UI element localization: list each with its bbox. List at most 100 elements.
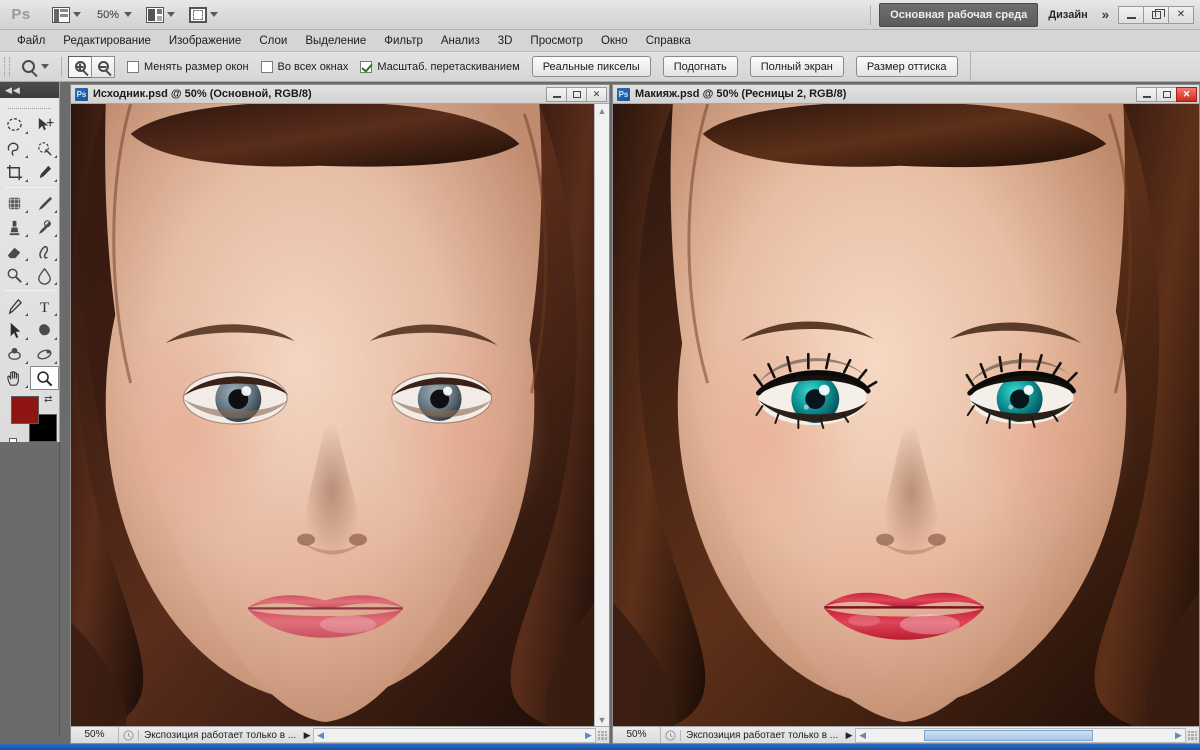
status-message: Экспозиция работает только в ... <box>686 729 839 741</box>
menu-layers[interactable]: Слои <box>250 30 296 52</box>
scroll-track[interactable] <box>596 117 609 713</box>
document-minimize-button[interactable] <box>546 86 567 102</box>
foreground-color-swatch[interactable] <box>11 396 39 424</box>
fit-screen-button[interactable]: Подогнать <box>662 56 738 77</box>
smudge-tool-button[interactable] <box>30 239 60 263</box>
custom-shape-icon <box>38 323 50 335</box>
toolbox-drag-handle[interactable] <box>8 100 51 109</box>
zoom-out-button[interactable] <box>91 55 115 78</box>
scroll-left-icon[interactable]: ◀ <box>314 729 327 742</box>
options-bar-grip[interactable] <box>4 56 10 77</box>
status-message: Экспозиция работает только в ... <box>144 729 297 741</box>
scroll-track[interactable] <box>327 729 582 742</box>
fill-screen-button[interactable]: Полный экран <box>749 56 844 77</box>
horizontal-scrollbar-makeup[interactable]: ◀ ▶ <box>855 727 1186 743</box>
document-title-bar[interactable]: Ps Макияж.psd @ 50% (Ресницы 2, RGB/8) ✕ <box>613 85 1199 104</box>
chevron-down-icon <box>73 12 81 17</box>
menu-view[interactable]: Просмотр <box>521 30 592 52</box>
scroll-right-icon[interactable]: ▶ <box>582 729 595 742</box>
screen-mode-icon <box>52 6 70 23</box>
status-zoom-value[interactable]: 50% <box>71 727 119 743</box>
menu-filter[interactable]: Фильтр <box>375 30 432 52</box>
status-expand-icon[interactable]: ▶ <box>843 730 855 741</box>
document-restore-button[interactable] <box>566 86 587 102</box>
zoom-in-button[interactable] <box>68 55 92 78</box>
crop-tool-button[interactable] <box>0 160 30 184</box>
scroll-left-icon[interactable]: ◀ <box>856 729 869 742</box>
arrange-documents-button[interactable] <box>142 4 179 26</box>
checkbox-all-windows[interactable]: Во всех окнах <box>260 60 348 73</box>
3d-rotate-tool-button[interactable] <box>0 342 30 366</box>
workspace-design-button[interactable]: Дизайн <box>1038 4 1097 26</box>
move-tool-button[interactable] <box>30 112 60 136</box>
document-window-makeup[interactable]: Ps Макияж.psd @ 50% (Ресницы 2, RGB/8) ✕ <box>612 84 1200 744</box>
document-close-button[interactable]: ✕ <box>586 86 607 102</box>
close-button[interactable]: ✕ <box>1168 5 1194 24</box>
quick-selection-tool-button[interactable] <box>30 136 60 160</box>
canvas-makeup[interactable] <box>613 104 1199 726</box>
horizontal-scrollbar-source[interactable]: ◀ ▶ <box>313 727 596 743</box>
marquee-elliptical-tool-button[interactable] <box>0 112 30 136</box>
status-zoom-value[interactable]: 50% <box>613 727 661 743</box>
menu-help[interactable]: Справка <box>637 30 700 52</box>
resize-grip[interactable] <box>596 729 609 742</box>
checkbox-resize-windows[interactable]: Менять размер окон <box>127 60 249 73</box>
lasso-tool-button[interactable] <box>0 136 30 160</box>
vertical-scrollbar-source[interactable]: ▲ ▼ <box>594 104 609 726</box>
scroll-right-icon[interactable]: ▶ <box>1172 729 1185 742</box>
document-window-source[interactable]: Ps Исходник.psd @ 50% (Основной, RGB/8) … <box>70 84 610 744</box>
dodge-tool-button[interactable] <box>0 263 30 287</box>
scroll-down-icon[interactable]: ▼ <box>596 713 609 726</box>
zoom-tool-button[interactable] <box>29 366 59 390</box>
3d-orbit-tool-button[interactable] <box>30 342 60 366</box>
workspace-essentials-button[interactable]: Основная рабочая среда <box>879 2 1039 27</box>
document-minimize-button[interactable] <box>1136 86 1157 102</box>
toolbox-collapse-button[interactable]: ◀◀ <box>0 82 59 98</box>
scroll-thumb[interactable] <box>923 729 1094 741</box>
resize-grip[interactable] <box>1186 729 1199 742</box>
menu-3d[interactable]: 3D <box>489 30 522 52</box>
document-title-bar[interactable]: Ps Исходник.psd @ 50% (Основной, RGB/8) … <box>71 85 609 104</box>
actual-pixels-button[interactable]: Реальные пикселы <box>531 56 651 77</box>
print-size-button[interactable]: Размер оттиска <box>855 56 958 77</box>
minimize-button[interactable] <box>1118 5 1144 24</box>
scroll-up-icon[interactable]: ▲ <box>596 104 609 117</box>
document-close-button[interactable]: ✕ <box>1176 86 1197 102</box>
menu-image[interactable]: Изображение <box>160 30 250 52</box>
status-expand-icon[interactable]: ▶ <box>301 730 313 741</box>
eraser-tool-button[interactable] <box>0 239 30 263</box>
menu-window[interactable]: Окно <box>592 30 637 52</box>
blur-icon <box>37 267 51 285</box>
workspace-more-icon[interactable]: » <box>1098 7 1119 22</box>
document-restore-button[interactable] <box>1156 86 1177 102</box>
menu-bar: Файл Редактирование Изображение Слои Выд… <box>0 30 1200 52</box>
blur-tool-button[interactable] <box>30 263 60 287</box>
zoom-level-dropdown[interactable]: 50% <box>91 4 136 26</box>
custom-shape-tool-button[interactable] <box>30 318 60 342</box>
eyedropper-tool-button[interactable] <box>30 160 60 184</box>
crop-icon <box>7 164 23 180</box>
clone-stamp-tool-button[interactable] <box>0 215 30 239</box>
canvas-source[interactable] <box>71 104 594 726</box>
zoom-in-icon <box>74 61 86 72</box>
checkbox-scrubby-zoom[interactable]: Масштаб. перетаскиванием <box>360 60 520 73</box>
type-tool-button[interactable]: T <box>30 294 60 318</box>
menu-select[interactable]: Выделение <box>296 30 375 52</box>
os-taskbar[interactable] <box>0 744 1200 750</box>
swap-colors-icon[interactable]: ⇄ <box>44 394 55 405</box>
status-doc-icon <box>119 729 139 741</box>
screen-mode-cycle-button[interactable] <box>185 4 222 26</box>
history-brush-tool-button[interactable] <box>30 215 60 239</box>
menu-file[interactable]: Файл <box>8 30 54 52</box>
menu-analysis[interactable]: Анализ <box>432 30 489 52</box>
hand-tool-button[interactable] <box>0 366 30 390</box>
restore-button[interactable] <box>1143 5 1169 24</box>
menu-edit[interactable]: Редактирование <box>54 30 160 52</box>
patch-tool-button[interactable] <box>0 191 30 215</box>
path-selection-tool-button[interactable] <box>0 318 30 342</box>
screen-mode-button[interactable] <box>48 4 85 26</box>
pen-tool-button[interactable] <box>0 294 30 318</box>
current-tool-preset[interactable] <box>16 60 55 73</box>
brush-tool-button[interactable] <box>30 191 60 215</box>
scroll-track[interactable] <box>869 729 1172 742</box>
